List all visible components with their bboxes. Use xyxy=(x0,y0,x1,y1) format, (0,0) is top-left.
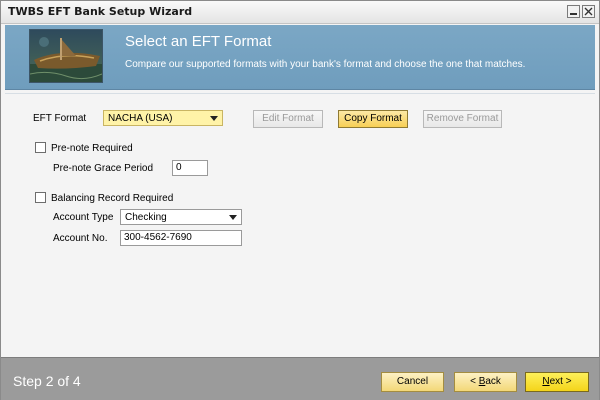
eft-format-select[interactable]: NACHA (USA) xyxy=(103,110,223,126)
divider xyxy=(5,93,595,94)
minimize-icon[interactable] xyxy=(567,5,580,18)
copy-format-button[interactable]: Copy Format xyxy=(338,110,408,128)
next-mnemonic: N xyxy=(542,376,550,387)
back-button[interactable]: < Back xyxy=(454,372,517,392)
back-prefix: < xyxy=(470,376,479,387)
wizard-header: Select an EFT Format Compare our support… xyxy=(5,25,595,90)
grace-period-input[interactable]: 0 xyxy=(172,160,208,176)
edit-format-button[interactable]: Edit Format xyxy=(253,110,323,128)
account-no-label: Account No. xyxy=(53,233,108,244)
account-no-input[interactable]: 300-4562-7690 xyxy=(120,230,242,246)
wizard-footer: Step 2 of 4 Cancel < Back Next > xyxy=(1,357,599,400)
account-type-label: Account Type xyxy=(53,212,114,223)
step-indicator: Step 2 of 4 xyxy=(13,373,81,389)
account-type-select[interactable]: Checking xyxy=(120,209,242,225)
close-icon[interactable] xyxy=(582,5,595,18)
boat-image xyxy=(29,29,103,83)
prenote-checkbox[interactable] xyxy=(35,142,46,153)
account-type-value: Checking xyxy=(125,212,167,223)
next-rest: ext > xyxy=(549,376,572,387)
chevron-down-icon[interactable] xyxy=(229,215,237,220)
page-title: Select an EFT Format xyxy=(125,33,272,50)
next-button[interactable]: Next > xyxy=(525,372,589,392)
balancing-label: Balancing Record Required xyxy=(51,193,174,204)
eft-format-label: EFT Format xyxy=(33,113,87,124)
back-rest: ack xyxy=(485,376,501,387)
chevron-down-icon[interactable] xyxy=(210,116,218,121)
window-title: TWBS EFT Bank Setup Wizard xyxy=(8,5,193,18)
grace-period-label: Pre-note Grace Period xyxy=(53,163,154,174)
balancing-checkbox[interactable] xyxy=(35,192,46,203)
cancel-button[interactable]: Cancel xyxy=(381,372,444,392)
page-description: Compare our supported formats with your … xyxy=(125,59,526,70)
prenote-label: Pre-note Required xyxy=(51,143,133,154)
wizard-window: TWBS EFT Bank Setup Wizard Select an EFT… xyxy=(0,0,600,400)
remove-format-button[interactable]: Remove Format xyxy=(423,110,502,128)
title-bar[interactable]: TWBS EFT Bank Setup Wizard xyxy=(1,1,599,24)
eft-format-value: NACHA (USA) xyxy=(108,113,173,124)
